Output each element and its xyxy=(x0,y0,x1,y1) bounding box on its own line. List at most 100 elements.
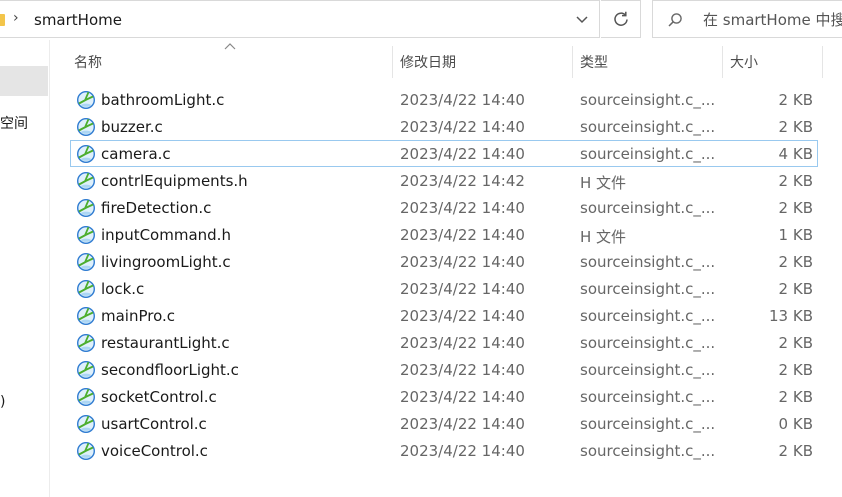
file-name: socketControl.c xyxy=(101,388,217,406)
file-type: sourceinsight.c_... xyxy=(580,388,716,406)
navigation-pane: 空间 ) xyxy=(0,40,50,497)
file-size: 2 KB xyxy=(778,118,813,136)
column-header-date[interactable]: 修改日期 xyxy=(400,44,572,80)
breadcrumb-separator[interactable]: › xyxy=(13,10,19,26)
file-size: 2 KB xyxy=(778,361,813,379)
file-type: sourceinsight.c_... xyxy=(580,442,716,460)
file-row[interactable]: restaurantLight.c 2023/4/22 14:40 source… xyxy=(70,329,818,356)
file-date: 2023/4/22 14:40 xyxy=(400,226,525,244)
file-date: 2023/4/22 14:40 xyxy=(400,280,525,298)
file-size: 2 KB xyxy=(778,280,813,298)
file-row[interactable]: inputCommand.h 2023/4/22 14:40 H 文件 1 KB xyxy=(70,221,818,248)
source-file-icon xyxy=(76,414,96,434)
source-file-icon xyxy=(76,225,96,245)
file-name: mainPro.c xyxy=(101,307,176,325)
file-date: 2023/4/22 14:40 xyxy=(400,307,525,325)
file-row[interactable]: bathroomLight.c 2023/4/22 14:40 sourcein… xyxy=(70,86,818,113)
toolbar: › smartHome xyxy=(0,0,842,40)
file-type: H 文件 xyxy=(580,174,627,192)
file-name: buzzer.c xyxy=(101,118,163,136)
file-size: 2 KB xyxy=(778,199,813,217)
nav-item-partial[interactable]: 空间 xyxy=(0,113,28,133)
column-header-label: 名称 xyxy=(74,55,102,71)
file-date: 2023/4/22 14:40 xyxy=(400,361,525,379)
address-dropdown-button[interactable] xyxy=(565,1,599,39)
file-date: 2023/4/22 14:40 xyxy=(400,334,525,352)
column-header-label: 修改日期 xyxy=(400,55,456,71)
file-type: sourceinsight.c_... xyxy=(580,91,716,109)
file-size: 2 KB xyxy=(778,91,813,109)
search-box[interactable] xyxy=(652,0,842,38)
file-name: inputCommand.h xyxy=(101,226,231,244)
file-row[interactable]: buzzer.c 2023/4/22 14:40 sourceinsight.c… xyxy=(70,113,818,140)
file-row[interactable]: livingroomLight.c 2023/4/22 14:40 source… xyxy=(70,248,818,275)
refresh-icon xyxy=(613,11,628,26)
search-input[interactable] xyxy=(703,9,842,31)
column-divider[interactable] xyxy=(392,46,393,78)
file-type: sourceinsight.c_... xyxy=(580,199,716,217)
file-type: sourceinsight.c_... xyxy=(580,253,716,271)
file-date: 2023/4/22 14:40 xyxy=(400,91,525,109)
file-name: contrlEquipments.h xyxy=(101,172,248,190)
file-date: 2023/4/22 14:40 xyxy=(400,442,525,460)
nav-item-selected[interactable] xyxy=(0,66,48,96)
file-size: 0 KB xyxy=(778,415,813,433)
folder-icon xyxy=(0,14,5,26)
file-date: 2023/4/22 14:40 xyxy=(400,415,525,433)
file-type: sourceinsight.c_... xyxy=(580,118,716,136)
file-row[interactable]: fireDetection.c 2023/4/22 14:40 sourcein… xyxy=(70,194,818,221)
file-date: 2023/4/22 14:40 xyxy=(400,388,525,406)
file-name: camera.c xyxy=(101,145,171,163)
file-type: sourceinsight.c_... xyxy=(580,334,716,352)
file-type: sourceinsight.c_... xyxy=(580,415,716,433)
breadcrumb-smarthome[interactable]: smartHome xyxy=(34,11,122,29)
column-divider[interactable] xyxy=(572,46,573,78)
file-type: sourceinsight.c_... xyxy=(580,145,716,163)
file-row[interactable]: secondfloorLight.c 2023/4/22 14:40 sourc… xyxy=(70,356,818,383)
file-row[interactable]: mainPro.c 2023/4/22 14:40 sourceinsight.… xyxy=(70,302,818,329)
file-row[interactable]: camera.c 2023/4/22 14:40 sourceinsight.c… xyxy=(70,140,818,167)
file-size: 4 KB xyxy=(778,145,813,163)
file-row[interactable]: lock.c 2023/4/22 14:40 sourceinsight.c_.… xyxy=(70,275,818,302)
file-list: bathroomLight.c 2023/4/22 14:40 sourcein… xyxy=(70,86,818,464)
file-size: 1 KB xyxy=(778,226,813,244)
file-size: 2 KB xyxy=(778,253,813,271)
file-name: restaurantLight.c xyxy=(101,334,230,352)
file-size: 2 KB xyxy=(778,442,813,460)
file-size: 2 KB xyxy=(778,334,813,352)
file-name: fireDetection.c xyxy=(101,199,212,217)
source-file-icon xyxy=(76,387,96,407)
chevron-down-icon xyxy=(576,16,588,24)
source-file-icon xyxy=(76,306,96,326)
file-name: voiceControl.c xyxy=(101,442,208,460)
file-date: 2023/4/22 14:40 xyxy=(400,118,525,136)
column-header-label: 类型 xyxy=(580,55,608,71)
address-bar[interactable]: › smartHome xyxy=(0,0,600,38)
file-row[interactable]: socketControl.c 2023/4/22 14:40 sourcein… xyxy=(70,383,818,410)
column-divider[interactable] xyxy=(822,46,823,78)
column-header-type[interactable]: 类型 xyxy=(580,44,722,80)
file-name: livingroomLight.c xyxy=(101,253,231,271)
source-file-icon xyxy=(76,333,96,353)
file-date: 2023/4/22 14:40 xyxy=(400,145,525,163)
source-file-icon xyxy=(76,117,96,137)
file-type: sourceinsight.c_... xyxy=(580,280,716,298)
file-date: 2023/4/22 14:40 xyxy=(400,199,525,217)
file-size: 2 KB xyxy=(778,172,813,190)
file-row[interactable]: voiceControl.c 2023/4/22 14:40 sourceins… xyxy=(70,437,818,464)
source-file-icon xyxy=(76,279,96,299)
file-row[interactable]: contrlEquipments.h 2023/4/22 14:42 H 文件 … xyxy=(70,167,818,194)
nav-item-partial[interactable]: ) xyxy=(0,394,5,410)
column-header-name[interactable]: 名称 xyxy=(74,44,392,80)
file-row[interactable]: usartControl.c 2023/4/22 14:40 sourceins… xyxy=(70,410,818,437)
column-header-size[interactable]: 大小 xyxy=(730,44,820,80)
source-file-icon xyxy=(76,252,96,272)
refresh-button[interactable] xyxy=(601,0,641,38)
file-size: 13 KB xyxy=(769,307,813,325)
column-header-label: 大小 xyxy=(730,55,758,71)
source-file-icon xyxy=(76,171,96,191)
column-divider[interactable] xyxy=(722,46,723,78)
source-file-icon xyxy=(76,198,96,218)
file-date: 2023/4/22 14:40 xyxy=(400,253,525,271)
file-type: sourceinsight.c_... xyxy=(580,307,716,325)
